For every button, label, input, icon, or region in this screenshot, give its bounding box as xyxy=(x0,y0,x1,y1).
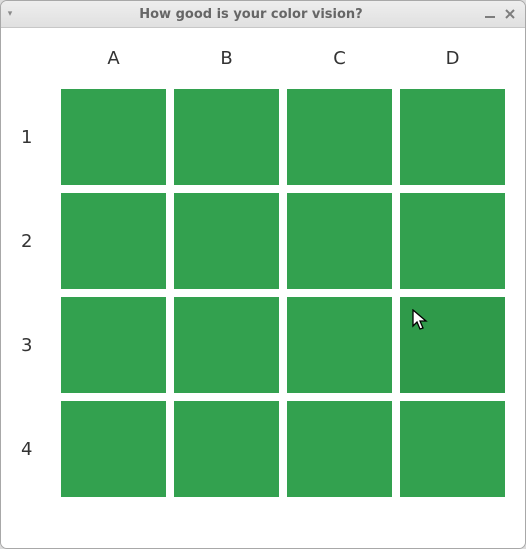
cell-D2[interactable] xyxy=(400,193,505,289)
col-header-b: B xyxy=(174,48,279,69)
cell-D3[interactable] xyxy=(400,297,505,393)
window-title: How good is your color vision? xyxy=(19,7,483,22)
cell-A2[interactable] xyxy=(61,193,166,289)
cell-B3[interactable] xyxy=(174,297,279,393)
app-window: ▾ How good is your color vision? A B C xyxy=(0,0,526,549)
cell-A3[interactable] xyxy=(61,297,166,393)
cell-A1[interactable] xyxy=(61,89,166,185)
minimize-button[interactable] xyxy=(483,7,497,21)
col-header-d: D xyxy=(400,48,505,69)
col-header-c: C xyxy=(287,48,392,69)
column-headers: A B C D xyxy=(61,48,513,69)
window-controls xyxy=(483,7,525,21)
grid-row: 1 xyxy=(17,89,513,185)
grid-row: 3 xyxy=(17,297,513,393)
cell-C4[interactable] xyxy=(287,401,392,497)
cell-B2[interactable] xyxy=(174,193,279,289)
col-header-a: A xyxy=(61,48,166,69)
cursor-icon xyxy=(412,309,430,331)
grid-row: 4 xyxy=(17,401,513,497)
row-header-2: 2 xyxy=(17,231,61,252)
cell-B1[interactable] xyxy=(174,89,279,185)
minimize-icon xyxy=(484,8,496,20)
cell-C1[interactable] xyxy=(287,89,392,185)
row-header-1: 1 xyxy=(17,127,61,148)
cell-B4[interactable] xyxy=(174,401,279,497)
close-icon xyxy=(504,8,516,20)
close-button[interactable] xyxy=(503,7,517,21)
row-header-4: 4 xyxy=(17,439,61,460)
cell-D1[interactable] xyxy=(400,89,505,185)
app-menu-indicator[interactable]: ▾ xyxy=(1,9,19,19)
cell-C3[interactable] xyxy=(287,297,392,393)
cell-D4[interactable] xyxy=(400,401,505,497)
game-board: A B C D 1 2 3 4 xyxy=(17,48,513,505)
titlebar: ▾ How good is your color vision? xyxy=(1,1,525,28)
grid-row: 2 xyxy=(17,193,513,289)
cell-C2[interactable] xyxy=(287,193,392,289)
cell-A4[interactable] xyxy=(61,401,166,497)
grid-rows: 1 2 3 4 xyxy=(17,89,513,497)
client-area: A B C D 1 2 3 4 xyxy=(1,28,525,548)
row-header-3: 3 xyxy=(17,335,61,356)
